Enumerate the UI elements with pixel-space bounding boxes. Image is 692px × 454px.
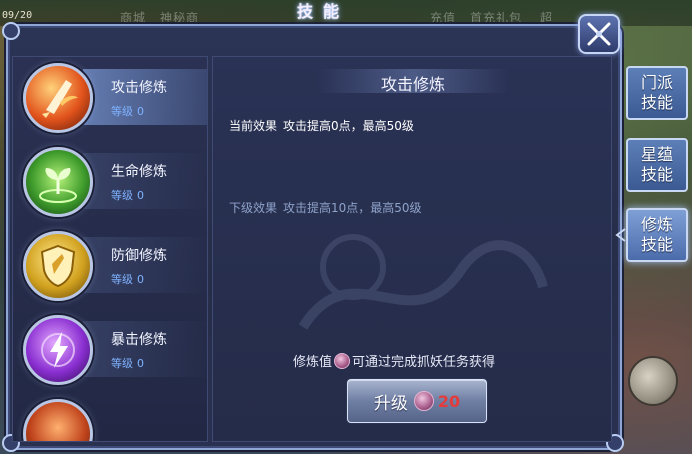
level-value: 0 — [137, 105, 144, 118]
crossed-swords-close-icon — [587, 22, 611, 46]
level-label: 等级 — [111, 273, 133, 286]
dragon-watermark-icon — [298, 234, 548, 330]
window-title: 技能 — [296, 2, 349, 21]
shield-icon — [23, 231, 93, 301]
skill-name: 暴击修炼 — [111, 332, 167, 348]
skill-item-critical[interactable]: 暴击修炼 等级 0 — [13, 309, 207, 389]
skill-name: 生命修炼 — [111, 164, 167, 180]
life-sprout-icon — [23, 147, 93, 217]
next-effect-label: 下级效果 — [229, 201, 278, 215]
skill-level: 等级 0 — [111, 271, 144, 287]
level-value: 0 — [137, 357, 144, 370]
training-coin-icon — [413, 391, 434, 411]
level-label: 等级 — [111, 105, 133, 118]
next-effect-row: 下级效果 攻击提高10点，最高50级 — [229, 199, 422, 216]
skill-name: 防御修炼 — [111, 248, 167, 264]
tab-star-skills[interactable]: 星蕴 技能 — [626, 138, 688, 192]
next-effect-text: 攻击提高10点，最高50级 — [283, 201, 422, 215]
skill-detail-panel: 攻击修炼 当前效果 攻击提高0点，最高50级 下级效果 攻击提高10点，最高50级 … — [212, 56, 612, 442]
tab-label-line2: 技能 — [640, 165, 673, 184]
active-tab-pointer-icon — [615, 228, 626, 242]
training-points-source: 可通过完成抓妖任务获得 — [352, 355, 496, 370]
skill-level: 等级 0 — [111, 103, 144, 119]
skill-list: 攻击修炼 等级 0 生命修炼 等级 0 防御修炼 等级 0 暴击修炼 等级 0 — [12, 56, 208, 442]
tab-label-line2: 技能 — [640, 235, 673, 254]
level-label: 等级 — [111, 189, 133, 202]
skill-item-defense[interactable]: 防御修炼 等级 0 — [13, 225, 207, 305]
upgrade-button[interactable]: 升级 20 — [347, 379, 487, 423]
level-value: 0 — [137, 273, 144, 286]
skill-item-partial[interactable] — [13, 393, 207, 441]
corner-ornament — [2, 22, 20, 40]
close-button[interactable] — [578, 14, 620, 54]
current-effect-label: 当前效果 — [229, 119, 278, 133]
skill-name: 攻击修炼 — [111, 80, 167, 96]
skill-level: 等级 0 — [111, 355, 144, 371]
skill-item-life[interactable]: 生命修炼 等级 0 — [13, 141, 207, 221]
fire-icon — [23, 399, 93, 441]
tab-label-line1: 门派 — [640, 73, 673, 92]
imperial-sword-badge-icon[interactable] — [628, 356, 678, 406]
training-coin-icon — [334, 352, 351, 369]
training-points-hint: 修炼值 可通过完成抓妖任务获得 — [293, 351, 495, 370]
training-points-label: 修炼值 — [293, 355, 333, 370]
clock-time: 09/20 — [2, 10, 33, 21]
tab-label-line2: 技能 — [640, 93, 673, 112]
tab-label-line1: 修炼 — [640, 215, 673, 234]
lightning-icon — [23, 315, 93, 385]
upgrade-cost: 20 — [437, 391, 461, 411]
level-value: 0 — [137, 189, 144, 202]
current-effect-row: 当前效果 攻击提高0点，最高50级 — [229, 117, 414, 134]
level-label: 等级 — [111, 357, 133, 370]
skill-level: 等级 0 — [111, 187, 144, 203]
current-effect-text: 攻击提高0点，最高50级 — [283, 119, 414, 133]
tab-label-line1: 星蕴 — [640, 145, 673, 164]
upgrade-label: 升级 — [373, 393, 408, 414]
tab-sect-skills[interactable]: 门派 技能 — [626, 66, 688, 120]
attack-sword-icon — [23, 63, 93, 133]
skill-item-attack[interactable]: 攻击修炼 等级 0 — [13, 57, 207, 137]
detail-title: 攻击修炼 — [380, 75, 445, 94]
tab-training-skills[interactable]: 修炼 技能 — [626, 208, 688, 262]
